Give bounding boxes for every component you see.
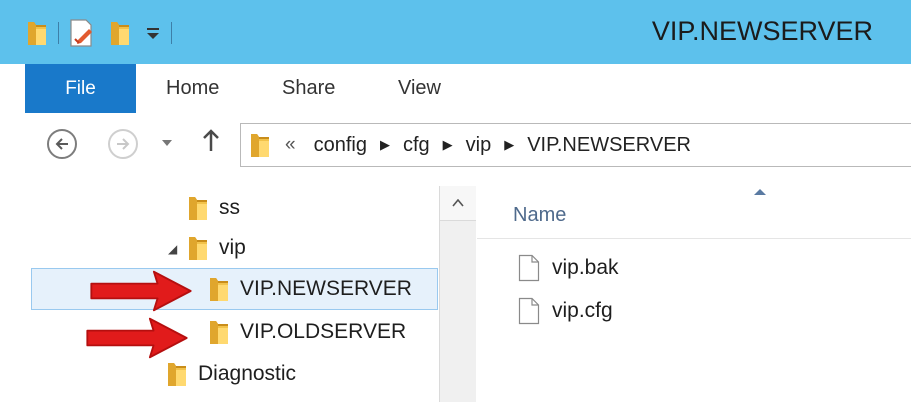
quick-access-toolbar — [26, 18, 182, 48]
sort-ascending-icon — [754, 189, 766, 195]
address-overflow[interactable]: « — [285, 134, 296, 156]
folder-icon — [187, 194, 209, 222]
toolbar-separator — [171, 22, 172, 44]
tree-item-label: ss — [219, 196, 240, 219]
navigation-pane: ss ◢ vip VIP.NEWSERVER VIP.OLDSERVER Dia… — [0, 182, 440, 402]
folder-icon — [249, 131, 271, 159]
tree-item-diagnostic[interactable]: Diagnostic — [166, 356, 296, 392]
tree-item-vip-newserver[interactable]: VIP.NEWSERVER — [208, 271, 412, 307]
scroll-up-button[interactable] — [440, 186, 476, 221]
properties-icon[interactable] — [69, 18, 95, 48]
forward-arrow-icon — [117, 138, 130, 150]
tab-share[interactable]: Share — [282, 64, 335, 113]
new-folder-icon[interactable] — [109, 19, 131, 47]
tree-item-label: Diagnostic — [198, 362, 297, 385]
chevron-down-icon — [162, 140, 172, 146]
tree-item-vip-oldserver[interactable]: VIP.OLDSERVER — [208, 314, 406, 350]
tree-item-ss[interactable]: ss — [187, 190, 240, 226]
tree-scrollbar[interactable] — [439, 186, 476, 402]
red-arrow-icon — [82, 268, 200, 314]
toolbar-separator — [58, 22, 59, 44]
tree-item-label: VIP.NEWSERVER — [240, 277, 412, 300]
column-header-row: Name — [477, 186, 911, 239]
chevron-up-icon — [452, 199, 464, 207]
folder-icon — [187, 234, 209, 262]
navigation-bar: « config ▶ cfg ▶ vip ▶ VIP.NEWSERVER — [0, 113, 911, 182]
folder-icon[interactable] — [26, 19, 48, 47]
tree-item-label: vip — [219, 236, 246, 259]
expand-arrow-icon[interactable]: ◢ — [168, 242, 177, 256]
tree-item-vip[interactable]: vip — [187, 230, 246, 266]
folder-icon — [208, 275, 230, 303]
tab-home[interactable]: Home — [166, 64, 219, 113]
recent-locations-button[interactable] — [161, 135, 173, 150]
file-row-vip-cfg[interactable]: vip.cfg — [518, 295, 613, 327]
breadcrumb-cfg[interactable]: cfg — [403, 134, 430, 157]
up-arrow-icon — [203, 129, 219, 151]
document-icon — [518, 297, 540, 325]
customize-toolbar-icon[interactable] — [145, 25, 161, 41]
file-name: vip.cfg — [552, 299, 613, 322]
folder-icon — [208, 318, 230, 346]
breadcrumb-vip[interactable]: vip — [466, 134, 492, 157]
breadcrumb-current[interactable]: VIP.NEWSERVER — [527, 134, 691, 157]
breadcrumb-separator-icon[interactable]: ▶ — [504, 137, 514, 153]
forward-button[interactable] — [108, 129, 138, 159]
folder-icon — [166, 360, 188, 388]
breadcrumb-separator-icon[interactable]: ▶ — [443, 137, 453, 153]
file-list: Name vip.bak vip.cfg — [477, 182, 911, 402]
up-button[interactable] — [201, 127, 221, 160]
address-bar[interactable]: « config ▶ cfg ▶ vip ▶ VIP.NEWSERVER — [240, 123, 911, 167]
tab-view[interactable]: View — [398, 64, 441, 113]
tree-item-label: VIP.OLDSERVER — [240, 320, 407, 343]
back-arrow-icon — [55, 138, 68, 150]
document-icon — [518, 254, 540, 282]
file-row-vip-bak[interactable]: vip.bak — [518, 252, 619, 284]
title-bar: VIP.NEWSERVER — [0, 0, 911, 64]
red-arrow-icon — [78, 315, 196, 361]
window-title: VIP.NEWSERVER — [651, 16, 873, 46]
back-button[interactable] — [47, 129, 77, 159]
ribbon: File Home Share View — [0, 64, 911, 114]
file-name: vip.bak — [552, 256, 619, 279]
breadcrumb-separator-icon[interactable]: ▶ — [380, 137, 390, 153]
file-tab[interactable]: File — [25, 64, 136, 113]
breadcrumb-config[interactable]: config — [314, 134, 367, 157]
column-header-name[interactable]: Name — [513, 204, 566, 227]
